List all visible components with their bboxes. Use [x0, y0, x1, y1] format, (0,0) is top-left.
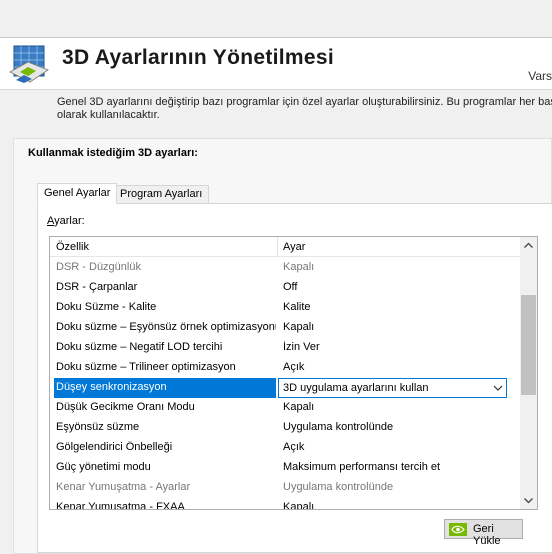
header-right-text: Vars [528, 69, 552, 83]
table-row[interactable]: DSR - Çarpanlar Off [54, 278, 521, 298]
description-line-1: Genel 3D ayarlarını değiştirip bazı prog… [57, 96, 552, 108]
table-row[interactable]: Doku süzme – Eşyönsüz örnek optimizasyon… [54, 318, 521, 338]
tab-global-settings-label: Genel Ayarlar [44, 187, 111, 199]
setting-name: Düşey senkronizasyon [56, 381, 167, 393]
setting-name: Kenar Yumuşatma - FXAA [56, 501, 185, 510]
table-row[interactable]: Gölgelendirici Önbelleği Açık [54, 438, 521, 458]
setting-value: Maksimum performansı tercih et [283, 461, 441, 473]
nvidia-logo-icon [449, 523, 467, 536]
setting-name: Gölgelendirici Önbelleği [56, 441, 173, 453]
chevron-down-icon[interactable] [493, 382, 503, 394]
settings-label: Ayarlar: [47, 215, 85, 227]
setting-name: DSR - Çarpanlar [56, 281, 138, 293]
setting-name: Doku süzme – Trilineer optimizasyon [56, 361, 236, 373]
setting-value: Uygulama kontrolünde [283, 421, 394, 433]
setting-value: Açık [283, 361, 305, 373]
setting-name: Güç yönetimi modu [56, 461, 151, 473]
setting-value: Kapalı [283, 401, 315, 413]
scrollbar-thumb[interactable] [521, 295, 536, 395]
panel-heading: Kullanmak istediğim 3D ayarları: [28, 147, 198, 159]
settings-panel: Kullanmak istediğim 3D ayarları: Genel A… [13, 138, 552, 554]
column-header-setting[interactable]: Ayar [283, 241, 305, 253]
setting-value: 3D uygulama ayarlarını kullan [283, 382, 429, 394]
setting-value: Açık [283, 441, 305, 453]
table-row[interactable]: Kenar Yumuşatma - Ayarlar Uygulama kontro… [54, 478, 521, 498]
chevron-down-icon[interactable] [520, 492, 537, 509]
setting-value: Kapalı [283, 501, 315, 510]
window-top-strip [0, 0, 552, 38]
setting-name: Doku süzme – Eşyönsüz örnek optimizasyon… [56, 321, 276, 333]
description-line-2: olarak kullanılacaktır. [57, 109, 160, 121]
chevron-up-icon[interactable] [520, 237, 537, 254]
vertical-scrollbar[interactable] [520, 237, 537, 509]
nvidia-3d-settings-icon [9, 45, 49, 83]
setting-value: İzin Ver [283, 341, 320, 353]
grid-header: Özellik Ayar [50, 237, 521, 257]
table-row[interactable]: Doku Süzme - Kalite Kalite [54, 298, 521, 318]
table-row[interactable]: Doku süzme – Negatif LOD tercihi İzin Ver [54, 338, 521, 358]
setting-value-dropdown[interactable]: 3D uygulama ayarlarını kullan [278, 378, 507, 398]
setting-value: Off [283, 281, 298, 293]
setting-name: DSR - Düzgünlük [56, 261, 141, 273]
table-row-selected[interactable]: Düşey senkronizasyon 3D uygulama ayarları… [54, 378, 521, 398]
restore-button[interactable]: Geri Yükle [444, 519, 523, 547]
tab-program-settings-label: Program Ayarları [120, 188, 203, 200]
column-separator[interactable] [277, 237, 278, 257]
page-title: 3D Ayarlarının Yönetilmesi [62, 46, 334, 69]
setting-value: Uygulama kontrolünde [283, 481, 394, 493]
table-row[interactable]: Düşük Gecikme Oranı Modu Kapalı [54, 398, 521, 418]
table-row[interactable]: DSR - Düzgünlük Kapalı [54, 258, 521, 278]
table-row[interactable]: Doku süzme – Trilineer optimizasyon Açık [54, 358, 521, 378]
setting-value: Kalite [283, 301, 311, 313]
table-row[interactable]: Eşyönsüz süzme Uygulama kontrolünde [54, 418, 521, 438]
table-row[interactable]: Kenar Yumuşatma - FXAA Kapalı [54, 498, 521, 510]
settings-grid[interactable]: Özellik Ayar DSR - Düzgünlük Kapalı DSR - … [49, 236, 538, 510]
setting-value: Kapalı [283, 321, 315, 333]
setting-name: Doku süzme – Negatif LOD tercihi [56, 341, 223, 353]
setting-name: Düşük Gecikme Oranı Modu [56, 401, 195, 413]
setting-name: Kenar Yumuşatma - Ayarlar [56, 481, 191, 493]
tab-program-settings[interactable]: Program Ayarları [113, 185, 210, 204]
settings-label-rest: yarlar: [54, 215, 85, 227]
page-description: Genel 3D ayarlarını değiştirip bazı prog… [57, 96, 552, 122]
tab-global-settings[interactable]: Genel Ayarlar [37, 183, 118, 204]
page-header: 3D Ayarlarının Yönetilmesi Vars [0, 38, 552, 90]
table-row[interactable]: Güç yönetimi modu Maksimum performansı te… [54, 458, 521, 478]
setting-name: Eşyönsüz süzme [56, 421, 140, 433]
restore-button-label: Geri Yükle [473, 523, 501, 547]
setting-name: Doku Süzme - Kalite [56, 301, 157, 313]
setting-value: Kapalı [283, 261, 315, 273]
column-header-feature[interactable]: Özellik [56, 241, 89, 253]
